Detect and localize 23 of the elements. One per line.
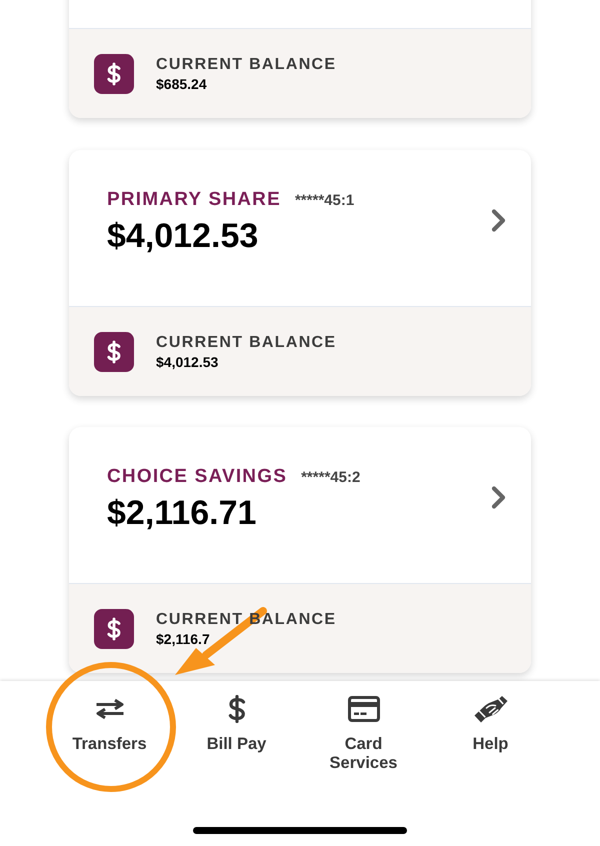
account-amount: $4,012.53 — [107, 216, 260, 256]
account-name: CHOICE SAVINGS — [107, 465, 288, 489]
tab-bar-item[interactable]: Transfers — [46, 695, 173, 773]
handshake-icon — [474, 695, 508, 723]
dollar-icon — [94, 608, 134, 648]
balance-amount: $4,012.53 — [156, 352, 220, 370]
account-name: PRIMARY SHARE — [107, 188, 281, 212]
account-number: *****45:2 — [301, 468, 360, 488]
dollar-icon — [94, 332, 134, 372]
tab-bar-item[interactable]: Bill Pay — [173, 695, 300, 773]
account-amount: $2,116.71 — [107, 493, 258, 533]
chevron-right-icon[interactable] — [491, 209, 506, 232]
credit-card-icon — [348, 695, 380, 723]
dollar-icon — [228, 695, 246, 723]
balance-label: CURRENT BALANCE — [156, 54, 336, 74]
dollar-icon — [94, 54, 134, 94]
balance-amount: $2,116.7 — [156, 630, 211, 648]
balance-label: CURRENT BALANCE — [156, 332, 336, 352]
balance-amount: $685.24 — [156, 74, 208, 92]
tab-bar-item[interactable]: Help — [427, 695, 554, 773]
account-number: *****45:1 — [294, 191, 354, 211]
tab-bar-item[interactable]: Card Services — [300, 695, 427, 773]
chevron-right-icon[interactable] — [491, 486, 506, 509]
